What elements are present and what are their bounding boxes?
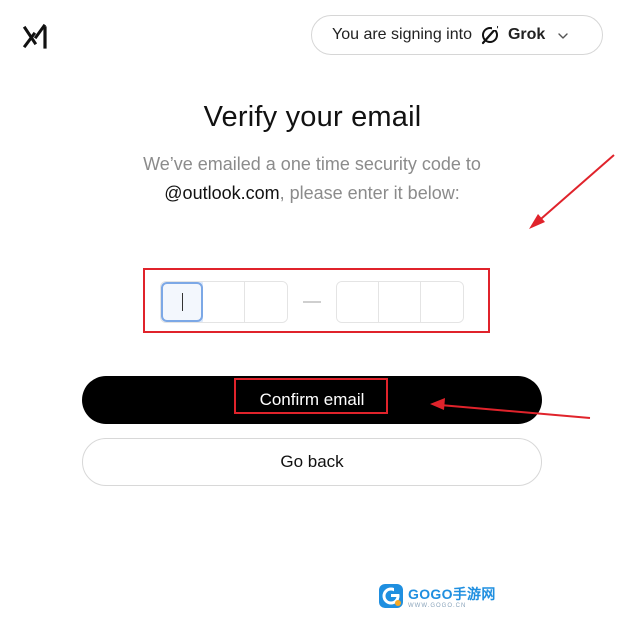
grok-icon (480, 25, 500, 45)
app-name-label: Grok (507, 26, 546, 43)
go-back-button[interactable]: Go back (82, 438, 542, 486)
annotation-box-code (143, 268, 490, 333)
page: You are signing into Grok Verify your em… (0, 0, 625, 621)
chevron-down-icon (557, 29, 569, 41)
signin-prefix-label: You are signing into (332, 26, 472, 43)
email-address: @outlook.com (164, 183, 280, 203)
annotation-box-confirm (234, 378, 388, 414)
go-back-label: Go back (280, 452, 344, 471)
watermark-logo-icon (378, 583, 404, 614)
page-title: Verify your email (203, 101, 422, 133)
watermark-url: WWW.GOGO.CN (408, 603, 467, 609)
watermark-text: GOGO手游网 (408, 586, 496, 602)
description-after: , please enter it below: (279, 183, 460, 203)
xai-logo-icon[interactable] (22, 22, 50, 50)
app-switcher-button[interactable]: You are signing into Grok (311, 15, 603, 55)
annotation-arrow-email (529, 154, 615, 229)
verification-description: We’ve emailed a one time security code t… (112, 150, 512, 208)
description-before: We’ve emailed a one time security code t… (143, 154, 481, 174)
site-watermark: GOGO手游网 WWW.GOGO.CN (378, 583, 508, 613)
